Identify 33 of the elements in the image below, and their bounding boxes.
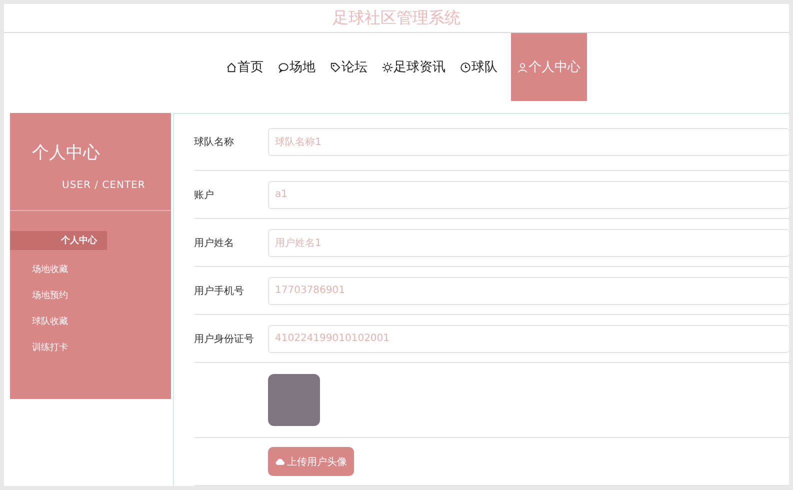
nav-tab[interactable]: 首页 [218,33,270,101]
sidebar-item[interactable]: 训练打卡 [10,341,68,354]
site-title: 足球社区管理系统 [4,4,789,33]
field-label: 用户姓名 [194,236,235,250]
speech-bubble-icon [278,62,288,72]
house-icon [226,62,236,72]
sidebar-item[interactable]: 个人中心 [10,231,107,250]
nav-tab[interactable]: 论坛 [322,33,374,101]
nav-tab[interactable]: 场地 [270,33,322,101]
upload-button[interactable]: 上传用户头像 [268,447,354,476]
field-label: 用户手机号 [194,284,245,298]
field-label: 账户 [194,188,215,202]
sidebar-title: 个人中心 [31,142,101,164]
sidebar-item[interactable]: 场地预约 [10,289,68,302]
cloud-upload-icon [275,457,285,466]
input-field[interactable]: a1 [268,180,789,208]
input-field[interactable]: 球队名称1 [268,128,789,156]
input-field[interactable]: 17703786901 [268,276,789,304]
sidebar-item[interactable]: 场地收藏 [10,263,68,276]
input-field[interactable]: 410224199010102001 [268,324,789,352]
tag-icon [330,62,340,72]
nav-tab[interactable]: 足球资讯 [374,33,452,101]
sidebar-item[interactable]: 球队收藏 [10,315,68,328]
nav-tab[interactable]: 球队 [452,33,504,101]
user-icon [516,62,528,72]
field-label: 用户身份证号 [194,332,255,346]
field-label: 球队名称 [194,136,235,149]
clock-icon [460,62,470,72]
sidebar-subtitle: USER / CENTER [61,180,146,191]
nav-tab[interactable]: 个人中心 [510,33,586,101]
avatar-photo-placeholder [268,374,320,426]
sun-icon [382,62,392,72]
input-field[interactable]: 用户姓名1 [268,228,789,256]
